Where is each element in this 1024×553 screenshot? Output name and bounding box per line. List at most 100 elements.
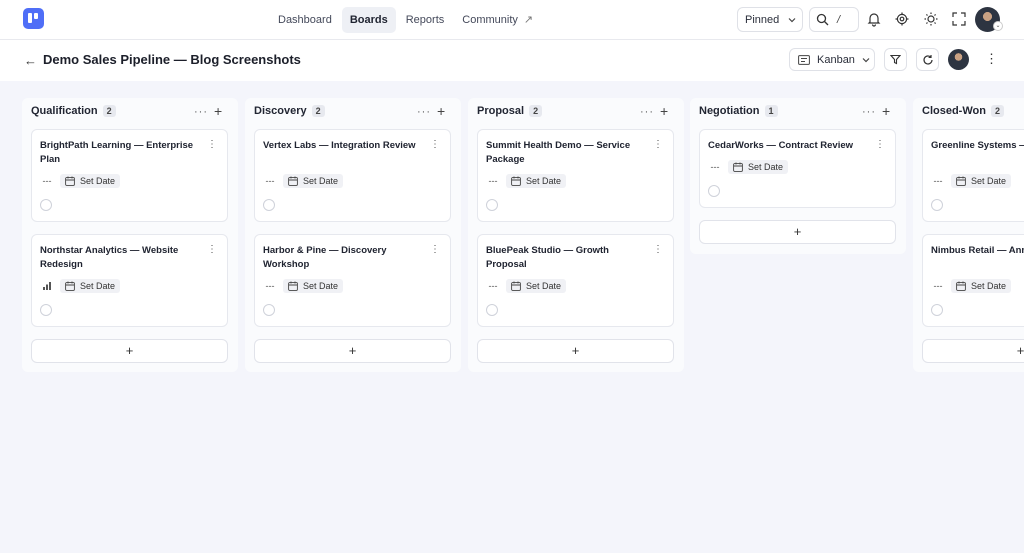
- set-date-button[interactable]: Set Date: [283, 174, 344, 188]
- calendar-icon: [733, 162, 743, 172]
- calendar-icon: [288, 176, 298, 186]
- calendar-icon: [511, 176, 521, 186]
- view-switcher[interactable]: Kanban: [789, 48, 875, 71]
- column-count-badge: 1: [764, 105, 778, 117]
- calendar-icon: [956, 176, 966, 186]
- bell-icon[interactable]: [866, 11, 882, 27]
- card-title: Harbor & Pine — Discovery Workshop: [263, 245, 387, 270]
- settings-icon[interactable]: [894, 11, 910, 27]
- card-title: CedarWorks — Contract Review: [708, 140, 854, 151]
- add-card-button[interactable]: +: [922, 339, 1024, 363]
- column-proposal: Proposal 2 ··· + Summit Health Demo — Se…: [468, 98, 684, 372]
- no-priority-icon[interactable]: ---: [931, 281, 945, 291]
- nav-community[interactable]: Community ↗: [454, 7, 541, 33]
- chevron-down-icon: [862, 57, 870, 62]
- assignee-icon[interactable]: [708, 185, 720, 197]
- nav-boards[interactable]: Boards: [341, 7, 396, 33]
- column-title: Qualification: [31, 105, 98, 117]
- filter-icon: [890, 54, 901, 65]
- column-add-icon[interactable]: +: [660, 103, 668, 119]
- search-button[interactable]: /: [809, 7, 859, 32]
- calendar-icon: [65, 281, 75, 291]
- set-date-button[interactable]: Set Date: [60, 174, 121, 188]
- deal-card[interactable]: Harbor & Pine — Discovery Workshop ⋮ ---…: [254, 234, 451, 327]
- set-date-button[interactable]: Set Date: [60, 279, 121, 293]
- add-card-button[interactable]: +: [254, 339, 451, 363]
- nav-dashboard[interactable]: Dashboard: [270, 7, 340, 33]
- card-menu-icon[interactable]: ⋮: [653, 139, 663, 150]
- column-more-icon[interactable]: ···: [194, 106, 208, 118]
- column-count-badge: 2: [311, 105, 325, 117]
- add-card-button[interactable]: +: [699, 220, 896, 244]
- assignee-icon[interactable]: [263, 199, 275, 211]
- card-menu-icon[interactable]: ⋮: [207, 139, 217, 150]
- no-priority-icon[interactable]: ---: [708, 162, 722, 172]
- card-menu-icon[interactable]: ⋮: [430, 139, 440, 150]
- deal-card[interactable]: CedarWorks — Contract Review ⋮ --- Set D…: [699, 129, 896, 208]
- set-date-button[interactable]: Set Date: [506, 174, 567, 188]
- column-title: Proposal: [477, 105, 525, 117]
- card-menu-icon[interactable]: ⋮: [875, 139, 885, 150]
- assignee-icon[interactable]: [931, 199, 943, 211]
- add-card-button[interactable]: +: [31, 339, 228, 363]
- column-count-badge: 2: [102, 105, 116, 117]
- deal-card[interactable]: BluePeak Studio — Growth Proposal ⋮ --- …: [477, 234, 674, 327]
- no-priority-icon[interactable]: ---: [486, 281, 500, 291]
- column-more-icon[interactable]: ···: [640, 106, 654, 118]
- pinned-dropdown[interactable]: Pinned: [737, 7, 803, 32]
- column-title: Discovery: [254, 105, 307, 117]
- priority-bars-icon[interactable]: [40, 281, 54, 291]
- chevron-down-icon[interactable]: ⌄: [993, 21, 1003, 31]
- board-header: ← Demo Sales Pipeline — Blog Screenshots…: [0, 40, 1024, 81]
- column-add-icon[interactable]: +: [214, 103, 222, 119]
- no-priority-icon[interactable]: ---: [263, 281, 277, 291]
- kanban-icon: [798, 54, 810, 65]
- column-more-icon[interactable]: ···: [862, 106, 876, 118]
- card-menu-icon[interactable]: ⋮: [207, 244, 217, 255]
- assignee-icon[interactable]: [486, 199, 498, 211]
- back-arrow-icon[interactable]: ←: [24, 53, 37, 68]
- add-card-button[interactable]: +: [477, 339, 674, 363]
- board-member-avatar[interactable]: [948, 49, 969, 70]
- refresh-icon: [922, 54, 933, 65]
- calendar-icon: [956, 281, 966, 291]
- card-title: Northstar Analytics — Website Redesign: [40, 245, 179, 270]
- deal-card[interactable]: Vertex Labs — Integration Review ⋮ --- S…: [254, 129, 451, 222]
- no-priority-icon[interactable]: ---: [40, 176, 54, 186]
- deal-card[interactable]: Northstar Analytics — Website Redesign ⋮…: [31, 234, 228, 327]
- deal-card[interactable]: Summit Health Demo — Service Package ⋮ -…: [477, 129, 674, 222]
- card-menu-icon[interactable]: ⋮: [430, 244, 440, 255]
- app-logo-icon[interactable]: [23, 8, 44, 29]
- no-priority-icon[interactable]: ---: [931, 176, 945, 186]
- card-title: Vertex Labs — Integration Review: [263, 140, 416, 151]
- top-bar: Dashboard Boards Reports Community ↗ Pin…: [0, 0, 1024, 40]
- more-options-icon[interactable]: ⋮: [985, 51, 998, 67]
- column-add-icon[interactable]: +: [437, 103, 445, 119]
- column-closed-won: Closed-Won 2 Greenline Systems — Package…: [913, 98, 1024, 372]
- assignee-icon[interactable]: [40, 304, 52, 316]
- deal-card[interactable]: BrightPath Learning — Enterprise Plan ⋮ …: [31, 129, 228, 222]
- no-priority-icon[interactable]: ---: [263, 176, 277, 186]
- column-more-icon[interactable]: ···: [417, 106, 431, 118]
- external-link-icon: ↗: [523, 14, 534, 26]
- set-date-button[interactable]: Set Date: [728, 160, 789, 174]
- nav-reports[interactable]: Reports: [398, 7, 453, 33]
- set-date-button[interactable]: Set Date: [283, 279, 344, 293]
- column-add-icon[interactable]: +: [882, 103, 890, 119]
- fullscreen-icon[interactable]: [951, 11, 967, 27]
- set-date-button[interactable]: Set Date: [951, 279, 1012, 293]
- assignee-icon[interactable]: [40, 199, 52, 211]
- assignee-icon[interactable]: [486, 304, 498, 316]
- set-date-button[interactable]: Set Date: [506, 279, 567, 293]
- deal-card[interactable]: Nimbus Retail — Annual Partnership --- S…: [922, 234, 1024, 327]
- sun-icon[interactable]: [923, 11, 939, 27]
- assignee-icon[interactable]: [931, 304, 943, 316]
- refresh-button[interactable]: [916, 48, 939, 71]
- no-priority-icon[interactable]: ---: [486, 176, 500, 186]
- calendar-icon: [288, 281, 298, 291]
- card-menu-icon[interactable]: ⋮: [653, 244, 663, 255]
- filter-button[interactable]: [884, 48, 907, 71]
- assignee-icon[interactable]: [263, 304, 275, 316]
- deal-card[interactable]: Greenline Systems — Package --- Set Date: [922, 129, 1024, 222]
- set-date-button[interactable]: Set Date: [951, 174, 1012, 188]
